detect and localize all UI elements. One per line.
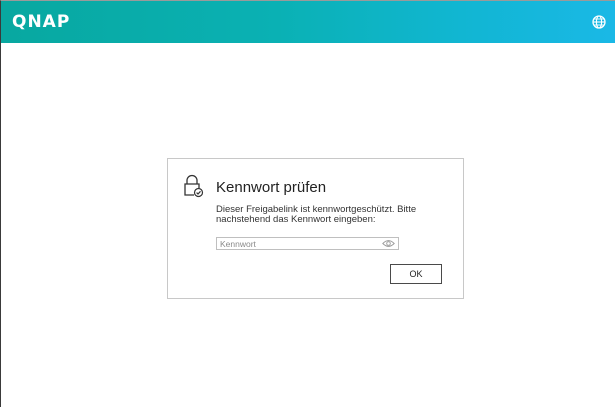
- dialog-description: Dieser Freigabelink ist kennwortgeschütz…: [216, 204, 417, 225]
- header-bar: QNAP: [1, 1, 615, 43]
- eye-icon[interactable]: [382, 239, 395, 248]
- globe-icon[interactable]: [592, 15, 606, 29]
- page: QNAP Kennwort prüfen Dieser Freigabelink…: [0, 0, 615, 407]
- lock-check-icon: [184, 174, 204, 198]
- qnap-logo: QNAP: [12, 12, 71, 32]
- password-input[interactable]: [220, 238, 380, 249]
- ok-button[interactable]: OK: [390, 264, 442, 284]
- password-field[interactable]: [216, 237, 399, 250]
- password-dialog: Kennwort prüfen Dieser Freigabelink ist …: [167, 158, 464, 299]
- dialog-title: Kennwort prüfen: [216, 179, 327, 196]
